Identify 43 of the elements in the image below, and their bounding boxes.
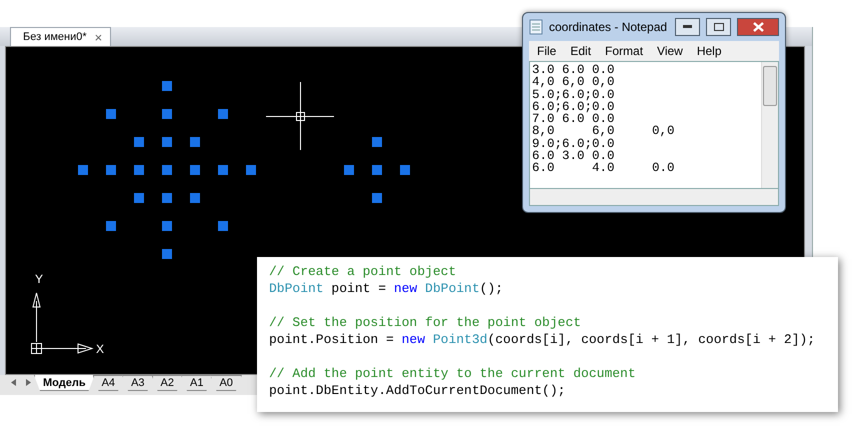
layout-tab[interactable]: A2: [152, 375, 183, 391]
code-line: point.DbEntity.AddToCurrentDocument();: [269, 382, 566, 399]
menu-item[interactable]: View: [657, 44, 683, 58]
vertical-scrollbar[interactable]: [761, 62, 778, 188]
maximize-button[interactable]: [706, 18, 731, 36]
crosshair-icon: [266, 82, 334, 150]
layout-tab[interactable]: A0: [210, 375, 242, 391]
menu-item[interactable]: Format: [605, 44, 644, 58]
text-line: 8,0 6,0 0,0: [532, 125, 676, 138]
menu-item[interactable]: Edit: [570, 44, 592, 58]
horizontal-scrollbar[interactable]: [529, 189, 779, 206]
text-line: 9.0;6.0;0.0: [532, 138, 616, 150]
left-arrow-icon: [11, 378, 16, 386]
text-line: 4,0 6,0 0,0: [532, 76, 616, 89]
code-comment: // Create a point object: [269, 263, 458, 280]
close-icon: [752, 22, 764, 32]
layout-tab[interactable]: Модель: [34, 375, 95, 391]
minimize-icon: [683, 25, 692, 29]
document-tab-title: Без имени0*: [23, 31, 87, 43]
minimize-button[interactable]: [675, 18, 700, 36]
layout-tab[interactable]: A4: [92, 375, 124, 391]
ucs-axes-icon: [31, 292, 94, 354]
notepad-icon: [529, 19, 543, 35]
maximize-icon: [714, 23, 724, 31]
document-tab[interactable]: Без имени0* ×: [10, 27, 112, 46]
code-line: DbPoint point = new DbPoint();: [269, 280, 504, 297]
menu-item[interactable]: Help: [696, 44, 722, 58]
y-axis-label: Y: [35, 272, 44, 286]
layout-tab[interactable]: A3: [122, 375, 154, 391]
text-line: 5.0;6.0;0.0: [532, 88, 616, 101]
x-axis-label: X: [96, 342, 104, 356]
close-button[interactable]: [737, 18, 779, 36]
layout-tab[interactable]: A1: [181, 375, 212, 391]
code-comment: // Set the position for the point object: [269, 314, 582, 331]
close-button[interactable]: ×: [94, 30, 102, 44]
menu-item[interactable]: File: [537, 44, 556, 58]
text-line: 7.0 6.0 0.0: [532, 113, 616, 126]
text-line: 6.0 3.0 0.0: [532, 150, 616, 162]
text-line: 6.0 4.0 0.0: [532, 162, 676, 175]
text-line: 3.0 6.0 0.0: [532, 64, 616, 76]
text-line: 6.0;6.0;0.0: [532, 100, 616, 114]
right-arrow-icon: [26, 378, 31, 386]
window-title: coordinates - Notepad: [549, 20, 668, 34]
